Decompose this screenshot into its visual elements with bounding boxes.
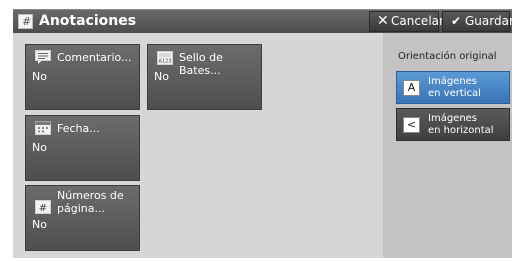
page-number-icon-text: # — [39, 203, 47, 214]
landscape-orientation-icon: < — [403, 117, 420, 133]
cancel-button[interactable]: ✕ Cancelar — [369, 11, 444, 32]
date-value: No — [32, 141, 47, 154]
comment-button[interactable]: Comentario... No — [25, 44, 140, 110]
page-numbers-label: Números de página... — [57, 189, 124, 215]
calendar-icon — [35, 121, 51, 135]
save-label: Guardar — [465, 14, 514, 28]
portrait-orientation-label: Imágenes en vertical — [428, 76, 481, 99]
page-numbers-value: No — [32, 218, 47, 231]
portrait-orientation-icon: A — [403, 80, 420, 96]
save-button[interactable]: ✔ Guardar — [442, 11, 514, 32]
bates-stamp-value: No — [154, 70, 169, 83]
comment-label: Comentario... — [57, 51, 132, 64]
comment-icon — [35, 50, 51, 64]
landscape-orientation-button[interactable]: < Imágenes en horizontal — [396, 108, 510, 141]
orientation-panel — [383, 33, 512, 258]
annotations-icon: # — [18, 14, 33, 29]
orientation-label: Orientación original — [398, 51, 497, 62]
date-button[interactable]: Fecha... No — [25, 115, 140, 181]
bates-stamp-button[interactable]: A123 Sello de Bates... No — [147, 44, 262, 110]
comment-value: No — [32, 70, 47, 83]
bates-stamp-icon: A123 — [157, 51, 173, 65]
annotations-screen: # Anotaciones ✕ Cancelar ✔ Guardar Comen… — [0, 0, 525, 261]
page-number-icon: # — [35, 200, 51, 214]
close-icon: ✕ — [377, 13, 389, 29]
bates-stamp-label: Sello de Bates... — [179, 51, 223, 77]
checkmark-icon: ✔ — [451, 14, 462, 28]
header-bar: # Anotaciones ✕ Cancelar ✔ Guardar — [13, 9, 514, 33]
portrait-orientation-button[interactable]: A Imágenes en vertical — [396, 71, 510, 104]
cancel-label: Cancelar — [391, 14, 444, 28]
page-title: Anotaciones — [39, 13, 137, 29]
page-numbers-button[interactable]: # Números de página... No — [25, 185, 140, 251]
date-label: Fecha... — [57, 122, 100, 135]
bates-stamp-icon-text: A123 — [159, 59, 172, 65]
annotations-icon-glyph: # — [22, 15, 32, 28]
landscape-orientation-label: Imágenes en horizontal — [428, 113, 494, 136]
